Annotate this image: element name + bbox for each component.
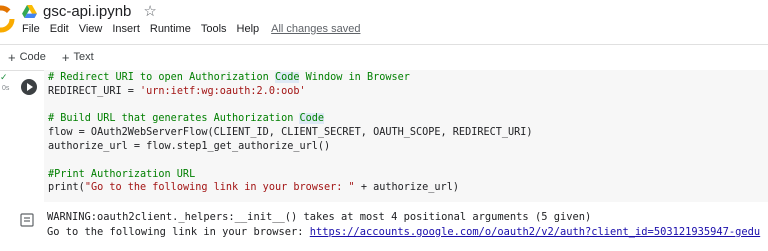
notebook-header: gsc-api.ipynb ☆ File Edit View Insert Ru…: [0, 0, 768, 44]
output-prefix: Go to the following link in your browser…: [47, 225, 310, 238]
code-line: print(: [48, 182, 85, 194]
add-text-button[interactable]: + Text: [54, 50, 102, 65]
code-text[interactable]: # Redirect URI to open Authorization Cod…: [48, 71, 533, 195]
check-icon: ✓: [0, 72, 8, 82]
menu-view[interactable]: View: [79, 23, 103, 35]
menu-bar: File Edit View Insert Runtime Tools Help…: [22, 23, 360, 35]
star-icon[interactable]: ☆: [143, 4, 156, 19]
code-string: 'urn:ietf:wg:oauth:2.0:oob': [140, 85, 306, 97]
plus-icon: +: [8, 49, 16, 65]
add-text-label: Text: [73, 51, 94, 63]
code-comment-highlight: Code: [299, 113, 325, 125]
code-line: + authorize_url): [354, 182, 459, 194]
menu-file[interactable]: File: [22, 23, 40, 35]
notebook-title[interactable]: gsc-api.ipynb: [43, 3, 131, 20]
code-string: "Go to the following link in your browse…: [84, 182, 355, 194]
code-cell-editor[interactable]: # Redirect URI to open Authorization Cod…: [44, 70, 768, 202]
code-comment: # Redirect URI to open Authorization: [48, 72, 275, 83]
output-terminal-icon[interactable]: [20, 213, 34, 227]
output-text: WARNING:oauth2client._helpers:__init__()…: [47, 210, 760, 239]
colab-logo-icon[interactable]: [0, 4, 16, 34]
code-comment: #Print Authorization URL: [48, 168, 196, 180]
execution-time: 0s: [2, 85, 10, 92]
menu-runtime[interactable]: Runtime: [150, 23, 191, 35]
output-warning: WARNING:oauth2client._helpers:__init__()…: [47, 211, 592, 223]
code-line: authorize_url = flow.step1_get_authorize…: [48, 140, 331, 152]
google-drive-icon: [22, 4, 37, 18]
header-divider: [0, 44, 768, 45]
code-line: flow = OAuth2WebServerFlow(CLIENT_ID, CL…: [48, 127, 533, 139]
code-comment: Window in Browser: [299, 72, 410, 83]
notebook-toolbar: + Code + Text: [0, 46, 102, 68]
menu-tools[interactable]: Tools: [201, 23, 227, 35]
code-comment-highlight: Code: [274, 72, 300, 83]
code-line: REDIRECT_URI =: [48, 85, 141, 97]
authorize-url-link[interactable]: https://accounts.google.com/o/oauth2/v2/…: [310, 226, 760, 238]
save-status-link[interactable]: All changes saved: [271, 23, 360, 35]
add-code-button[interactable]: + Code: [0, 50, 54, 65]
menu-edit[interactable]: Edit: [50, 23, 69, 35]
run-cell-button[interactable]: [21, 79, 37, 95]
file-title-row: gsc-api.ipynb ☆: [22, 2, 157, 20]
cell-output: WARNING:oauth2client._helpers:__init__()…: [0, 204, 768, 251]
plus-icon: +: [61, 49, 70, 65]
code-comment: # Build URL that generates Authorization: [48, 113, 300, 125]
menu-help[interactable]: Help: [237, 23, 260, 35]
menu-insert[interactable]: Insert: [112, 23, 140, 35]
add-code-label: Code: [19, 51, 46, 63]
